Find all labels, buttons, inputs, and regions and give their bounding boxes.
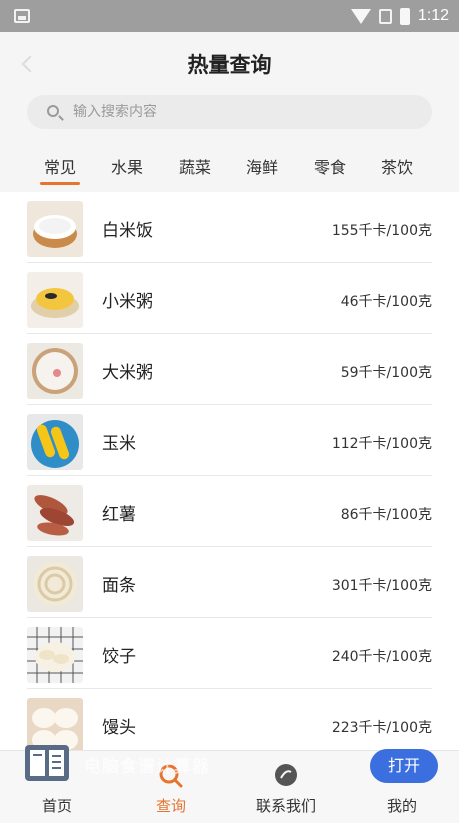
food-calories: 155千卡/100克 — [331, 223, 432, 239]
tab-label: 蔬菜 — [178, 158, 211, 177]
nav-label: 首页 — [41, 797, 72, 815]
food-name: 白米饭 — [102, 221, 153, 241]
list-item[interactable]: 白米饭 155千卡/100克 — [0, 192, 459, 263]
corn-icon — [27, 414, 83, 470]
tab-fruit[interactable]: 水果 — [97, 154, 157, 178]
status-bar: 1:12 — [0, 0, 459, 32]
food-list: 白米饭 155千卡/100克 小米粥 46千卡/100克 大米粥 59千卡/10… — [0, 192, 459, 750]
food-calories: 86千卡/100克 — [340, 507, 432, 523]
tab-seafood[interactable]: 海鲜 — [232, 154, 292, 178]
search-input[interactable] — [73, 95, 413, 129]
list-item[interactable]: 红薯 86千卡/100克 — [0, 476, 459, 547]
tab-label: 水果 — [110, 158, 143, 177]
search-box[interactable] — [27, 95, 432, 129]
book-icon — [25, 745, 69, 781]
rice-bowl-icon — [27, 201, 83, 257]
food-name: 红薯 — [102, 505, 136, 525]
image-notification-icon — [14, 9, 30, 23]
dumplings-icon — [27, 627, 83, 683]
food-calories: 46千卡/100克 — [340, 294, 432, 310]
wifi-icon — [350, 8, 371, 24]
tab-snacks[interactable]: 零食 — [300, 154, 360, 178]
tab-common[interactable]: 常见 — [30, 154, 90, 185]
millet-porridge-icon — [27, 272, 83, 328]
food-calories: 223千卡/100克 — [331, 720, 432, 736]
food-name: 玉米 — [102, 434, 136, 454]
banner-text: 电脑食谱计算器 — [84, 757, 210, 777]
category-tabs: 常见 水果 蔬菜 海鲜 零食 茶饮 — [0, 136, 459, 192]
food-name: 大米粥 — [102, 363, 153, 383]
list-item[interactable]: 玉米 112千卡/100克 — [0, 405, 459, 476]
tab-label: 零食 — [313, 158, 346, 177]
nav-label: 查询 — [155, 797, 186, 815]
sweet-potato-icon — [27, 485, 83, 541]
signal-icon — [378, 8, 392, 24]
tab-drinks[interactable]: 茶饮 — [367, 154, 427, 178]
nav-label: 联系我们 — [255, 797, 316, 815]
food-calories: 59千卡/100克 — [340, 365, 432, 381]
tab-label: 茶饮 — [380, 158, 413, 177]
page-title: 热量查询 — [187, 53, 272, 77]
list-item[interactable]: 小米粥 46千卡/100克 — [0, 263, 459, 334]
tab-label: 常见 — [43, 158, 76, 177]
list-item[interactable]: 大米粥 59千卡/100克 — [0, 334, 459, 405]
food-calories: 240千卡/100克 — [331, 649, 432, 665]
status-time: 1:12 — [417, 7, 449, 24]
rice-porridge-icon — [27, 343, 83, 399]
tab-vegetables[interactable]: 蔬菜 — [165, 154, 225, 178]
battery-icon — [399, 7, 410, 25]
food-name: 饺子 — [102, 647, 136, 667]
food-name: 馒头 — [102, 718, 136, 738]
list-item[interactable]: 饺子 240千卡/100克 — [0, 618, 459, 689]
food-calories: 301千卡/100克 — [331, 578, 432, 594]
tab-label: 海鲜 — [245, 158, 278, 177]
nav-label: 我的 — [386, 797, 417, 815]
status-icons: 1:12 — [350, 0, 449, 32]
search-bar — [0, 92, 459, 136]
search-icon — [47, 105, 59, 117]
list-item[interactable]: 面条 301千卡/100克 — [0, 547, 459, 618]
header: 热量查询 — [0, 32, 459, 92]
open-button[interactable]: 打开 — [370, 749, 438, 783]
food-calories: 112千卡/100克 — [331, 436, 432, 452]
active-tab-indicator — [40, 182, 80, 185]
noodles-icon — [27, 556, 83, 612]
food-name: 小米粥 — [102, 292, 153, 312]
app-banner[interactable]: 电脑食谱计算器 — [20, 738, 350, 788]
food-name: 面条 — [102, 576, 136, 596]
